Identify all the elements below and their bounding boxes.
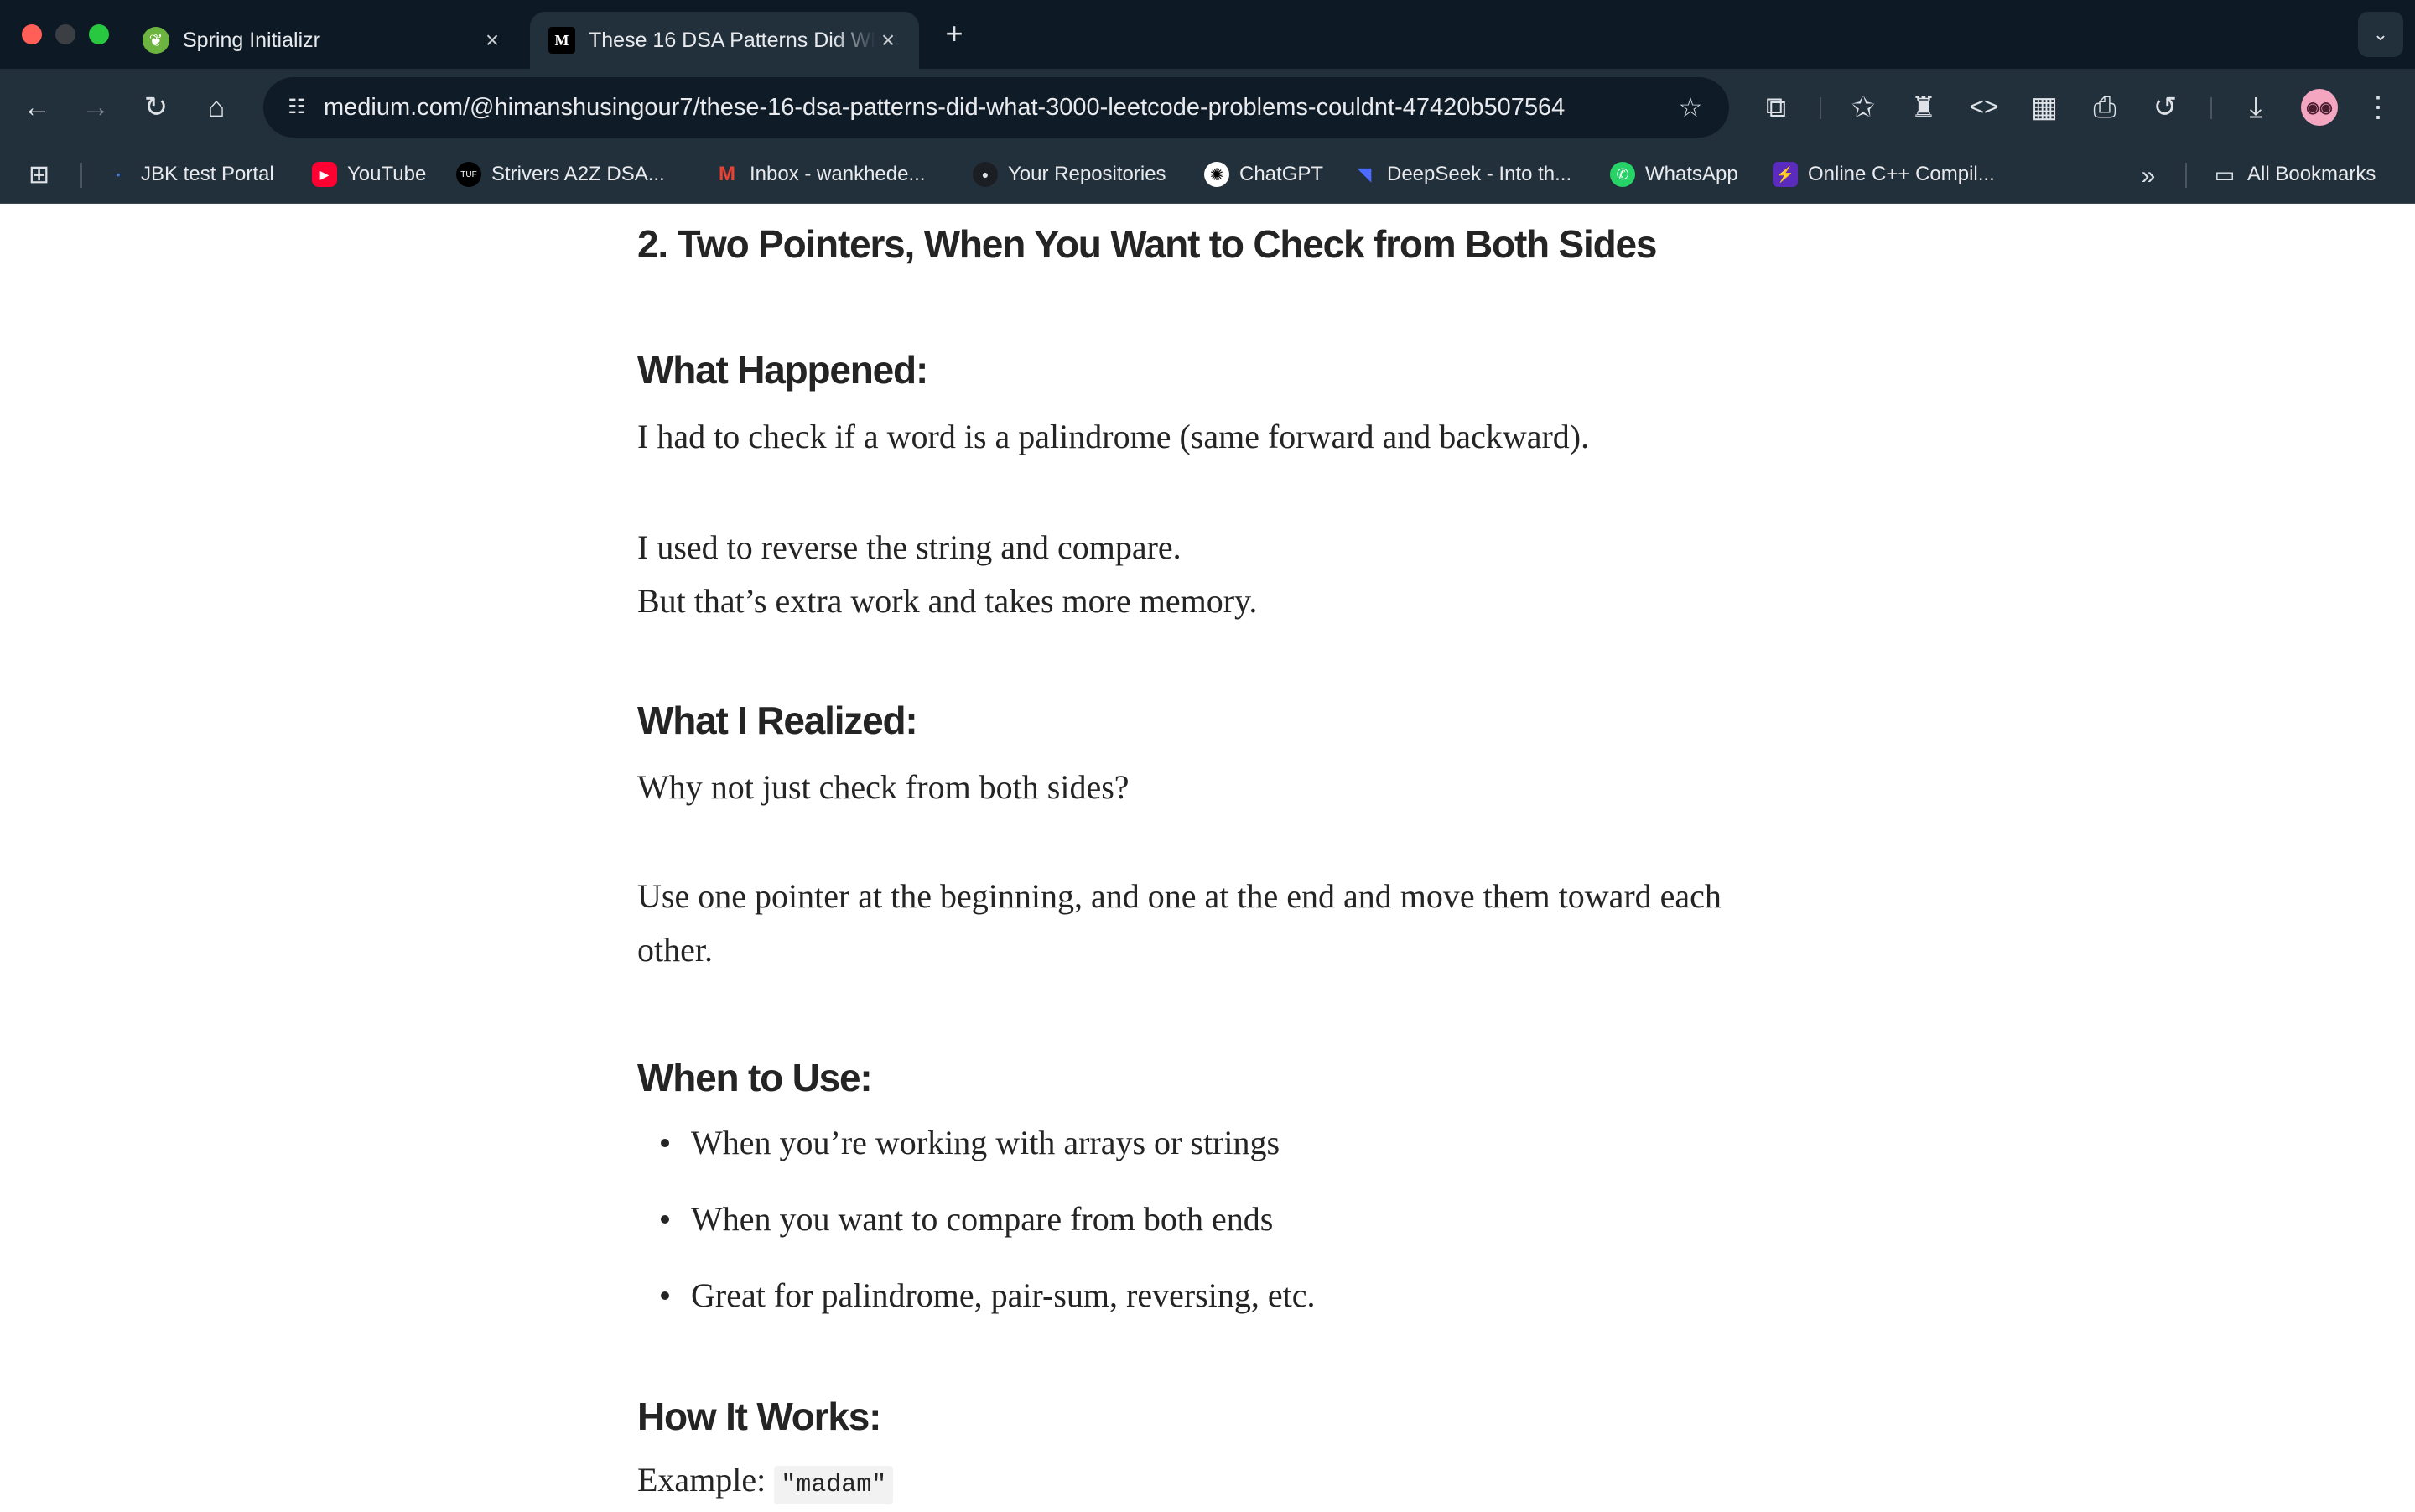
site-info-icon[interactable]: ☷: [275, 86, 319, 129]
list-item: When you’re working with arrays or strin…: [661, 1116, 1280, 1170]
tab-strip: ❦ Spring Initializr × M These 16 DSA Pat…: [0, 0, 2415, 69]
heading-what-happened: What Happened:: [637, 348, 928, 392]
bullet-icon: [661, 1291, 669, 1300]
tab-medium-article[interactable]: M These 16 DSA Patterns Did What 3000 Le…: [530, 12, 919, 69]
print-icon[interactable]: ⎙: [2083, 86, 2127, 129]
paragraph: Why not just check from both sides?: [637, 768, 1130, 806]
deepseek-icon: ◥: [1357, 164, 1372, 184]
home-button[interactable]: ⌂: [195, 86, 238, 129]
heading-what-i-realized: What I Realized:: [637, 699, 918, 742]
list-item-text: Great for palindrome, pair-sum, reversin…: [691, 1276, 1316, 1314]
medium-logo-icon: M: [548, 27, 575, 54]
list-item: When you want to compare from both ends: [661, 1192, 1273, 1246]
toolbar-divider: [2210, 97, 2212, 119]
bookmark-label: Strivers A2Z DSA...: [491, 163, 665, 185]
bookmark-online-cpp-compiler[interactable]: ⚡ Online C++ Compil...: [1773, 156, 1995, 193]
window-maximize-button[interactable]: [89, 24, 109, 44]
bookmark-label: YouTube: [347, 163, 427, 185]
bookmarks-bar: ⊞ • JBK test Portal ▶ YouTube TUF Strive…: [0, 146, 2415, 204]
bookmark-label: Online C++ Compil...: [1808, 163, 1995, 185]
compiler-icon: ⚡: [1773, 162, 1798, 187]
all-bookmarks-label: All Bookmarks: [2247, 163, 2376, 185]
forward-button[interactable]: →: [74, 86, 117, 129]
qr-code-icon[interactable]: ▦: [2023, 86, 2066, 129]
tab-search-button[interactable]: ⌄: [2358, 12, 2403, 57]
paragraph: I had to check if a word is a palindrome…: [637, 418, 1590, 455]
bookmark-jbk-test-portal[interactable]: • JBK test Portal: [106, 156, 274, 193]
menu-icon[interactable]: ⋮: [2356, 86, 2400, 129]
paragraph: But that’s extra work and takes more mem…: [637, 582, 1258, 620]
download-icon[interactable]: ⤓: [2234, 86, 2277, 129]
url-text[interactable]: medium.com/@himanshusingour7/these-16-ds…: [324, 77, 1565, 138]
bookmark-github-repos[interactable]: ● Your Repositories: [973, 156, 1166, 193]
bookmark-youtube[interactable]: ▶ YouTube: [312, 156, 426, 193]
new-tab-button[interactable]: +: [937, 15, 971, 52]
history-icon[interactable]: ↺: [2143, 86, 2187, 129]
more-bookmarks-icon[interactable]: »: [2133, 161, 2163, 191]
heading-when-to-use: When to Use:: [637, 1056, 873, 1099]
example-label: Example:: [637, 1461, 766, 1499]
extensions-icon[interactable]: ⧉: [1754, 86, 1798, 129]
tuf-icon: TUF: [456, 162, 481, 187]
list-item-text: When you want to compare from both ends: [691, 1200, 1274, 1238]
tab-spring-initializr[interactable]: ❦ Spring Initializr ×: [124, 12, 523, 69]
close-icon[interactable]: ×: [480, 27, 505, 54]
bookmark-chatgpt[interactable]: ✺ ChatGPT: [1204, 156, 1323, 193]
folder-icon: ▭: [2214, 161, 2236, 187]
all-bookmarks-button[interactable]: ▭ All Bookmarks: [2212, 156, 2376, 193]
gmail-icon: M: [719, 163, 735, 185]
bookmarks-divider: [2185, 163, 2187, 188]
bookmark-star-icon[interactable]: ☆: [1669, 86, 1712, 129]
dev-tools-icon[interactable]: <>: [1962, 86, 2006, 129]
jbk-icon: •: [116, 168, 121, 181]
bookmark-strivers-a2z[interactable]: TUF Strivers A2Z DSA...: [456, 156, 665, 193]
bookmark-label: WhatsApp: [1645, 163, 1738, 185]
bookmark-label: DeepSeek - Into th...: [1387, 163, 1572, 185]
apps-grid-icon[interactable]: ⊞: [29, 163, 59, 193]
example-line: Example: "madam": [637, 1453, 894, 1512]
section-title: 2. Two Pointers, When You Want to Check …: [637, 222, 1657, 266]
incognito-icon[interactable]: ♜: [1902, 86, 1945, 129]
toolbar-divider: [1820, 97, 1821, 119]
spring-leaf-icon: ❦: [143, 27, 169, 54]
bullet-icon: [661, 1214, 669, 1224]
chatgpt-icon: ✺: [1204, 162, 1229, 187]
window-minimize-button[interactable]: [55, 24, 75, 44]
address-bar[interactable]: ☷ medium.com/@himanshusingour7/these-16-…: [263, 77, 1729, 138]
bookmark-whatsapp[interactable]: ✆ WhatsApp: [1610, 156, 1738, 193]
window-close-button[interactable]: [22, 24, 42, 44]
close-icon[interactable]: ×: [875, 27, 901, 54]
heading-how-it-works: How It Works:: [637, 1395, 881, 1438]
list-item-text: When you’re working with arrays or strin…: [691, 1124, 1280, 1161]
tab-title: Spring Initializr: [183, 28, 320, 52]
paragraph: I used to reverse the string and compare…: [637, 528, 1182, 566]
reload-button[interactable]: ↻: [134, 86, 178, 129]
favorites-icon[interactable]: ✩: [1841, 86, 1885, 129]
whatsapp-icon: ✆: [1610, 162, 1635, 187]
inline-code: "madam": [774, 1466, 894, 1504]
tab-title: These 16 DSA Patterns Did What 3000 Leet…: [589, 28, 875, 52]
profile-avatar[interactable]: ◉◉: [2301, 89, 2338, 126]
bookmark-label: JBK test Portal: [141, 163, 274, 185]
bookmark-deepseek[interactable]: ◥ DeepSeek - Into th...: [1352, 156, 1572, 193]
bookmark-label: Inbox - wankhede...: [750, 163, 926, 185]
bookmark-label: Your Repositories: [1008, 163, 1166, 185]
bookmark-gmail-inbox[interactable]: M Inbox - wankhede...: [714, 156, 925, 193]
paragraph: Use one pointer at the beginning, and on…: [637, 877, 1722, 969]
bookmark-label: ChatGPT: [1239, 163, 1324, 185]
github-icon: ●: [973, 162, 998, 187]
back-button[interactable]: ←: [15, 86, 59, 129]
page-content: 2. Two Pointers, When You Want to Check …: [0, 204, 2415, 1509]
bookmarks-divider: [80, 163, 82, 188]
bullet-icon: [661, 1138, 669, 1147]
browser-toolbar: ← → ↻ ⌂ ☷ medium.com/@himanshusingour7/t…: [0, 69, 2415, 146]
youtube-icon: ▶: [312, 162, 337, 187]
list-item: Great for palindrome, pair-sum, reversin…: [661, 1269, 1315, 1322]
